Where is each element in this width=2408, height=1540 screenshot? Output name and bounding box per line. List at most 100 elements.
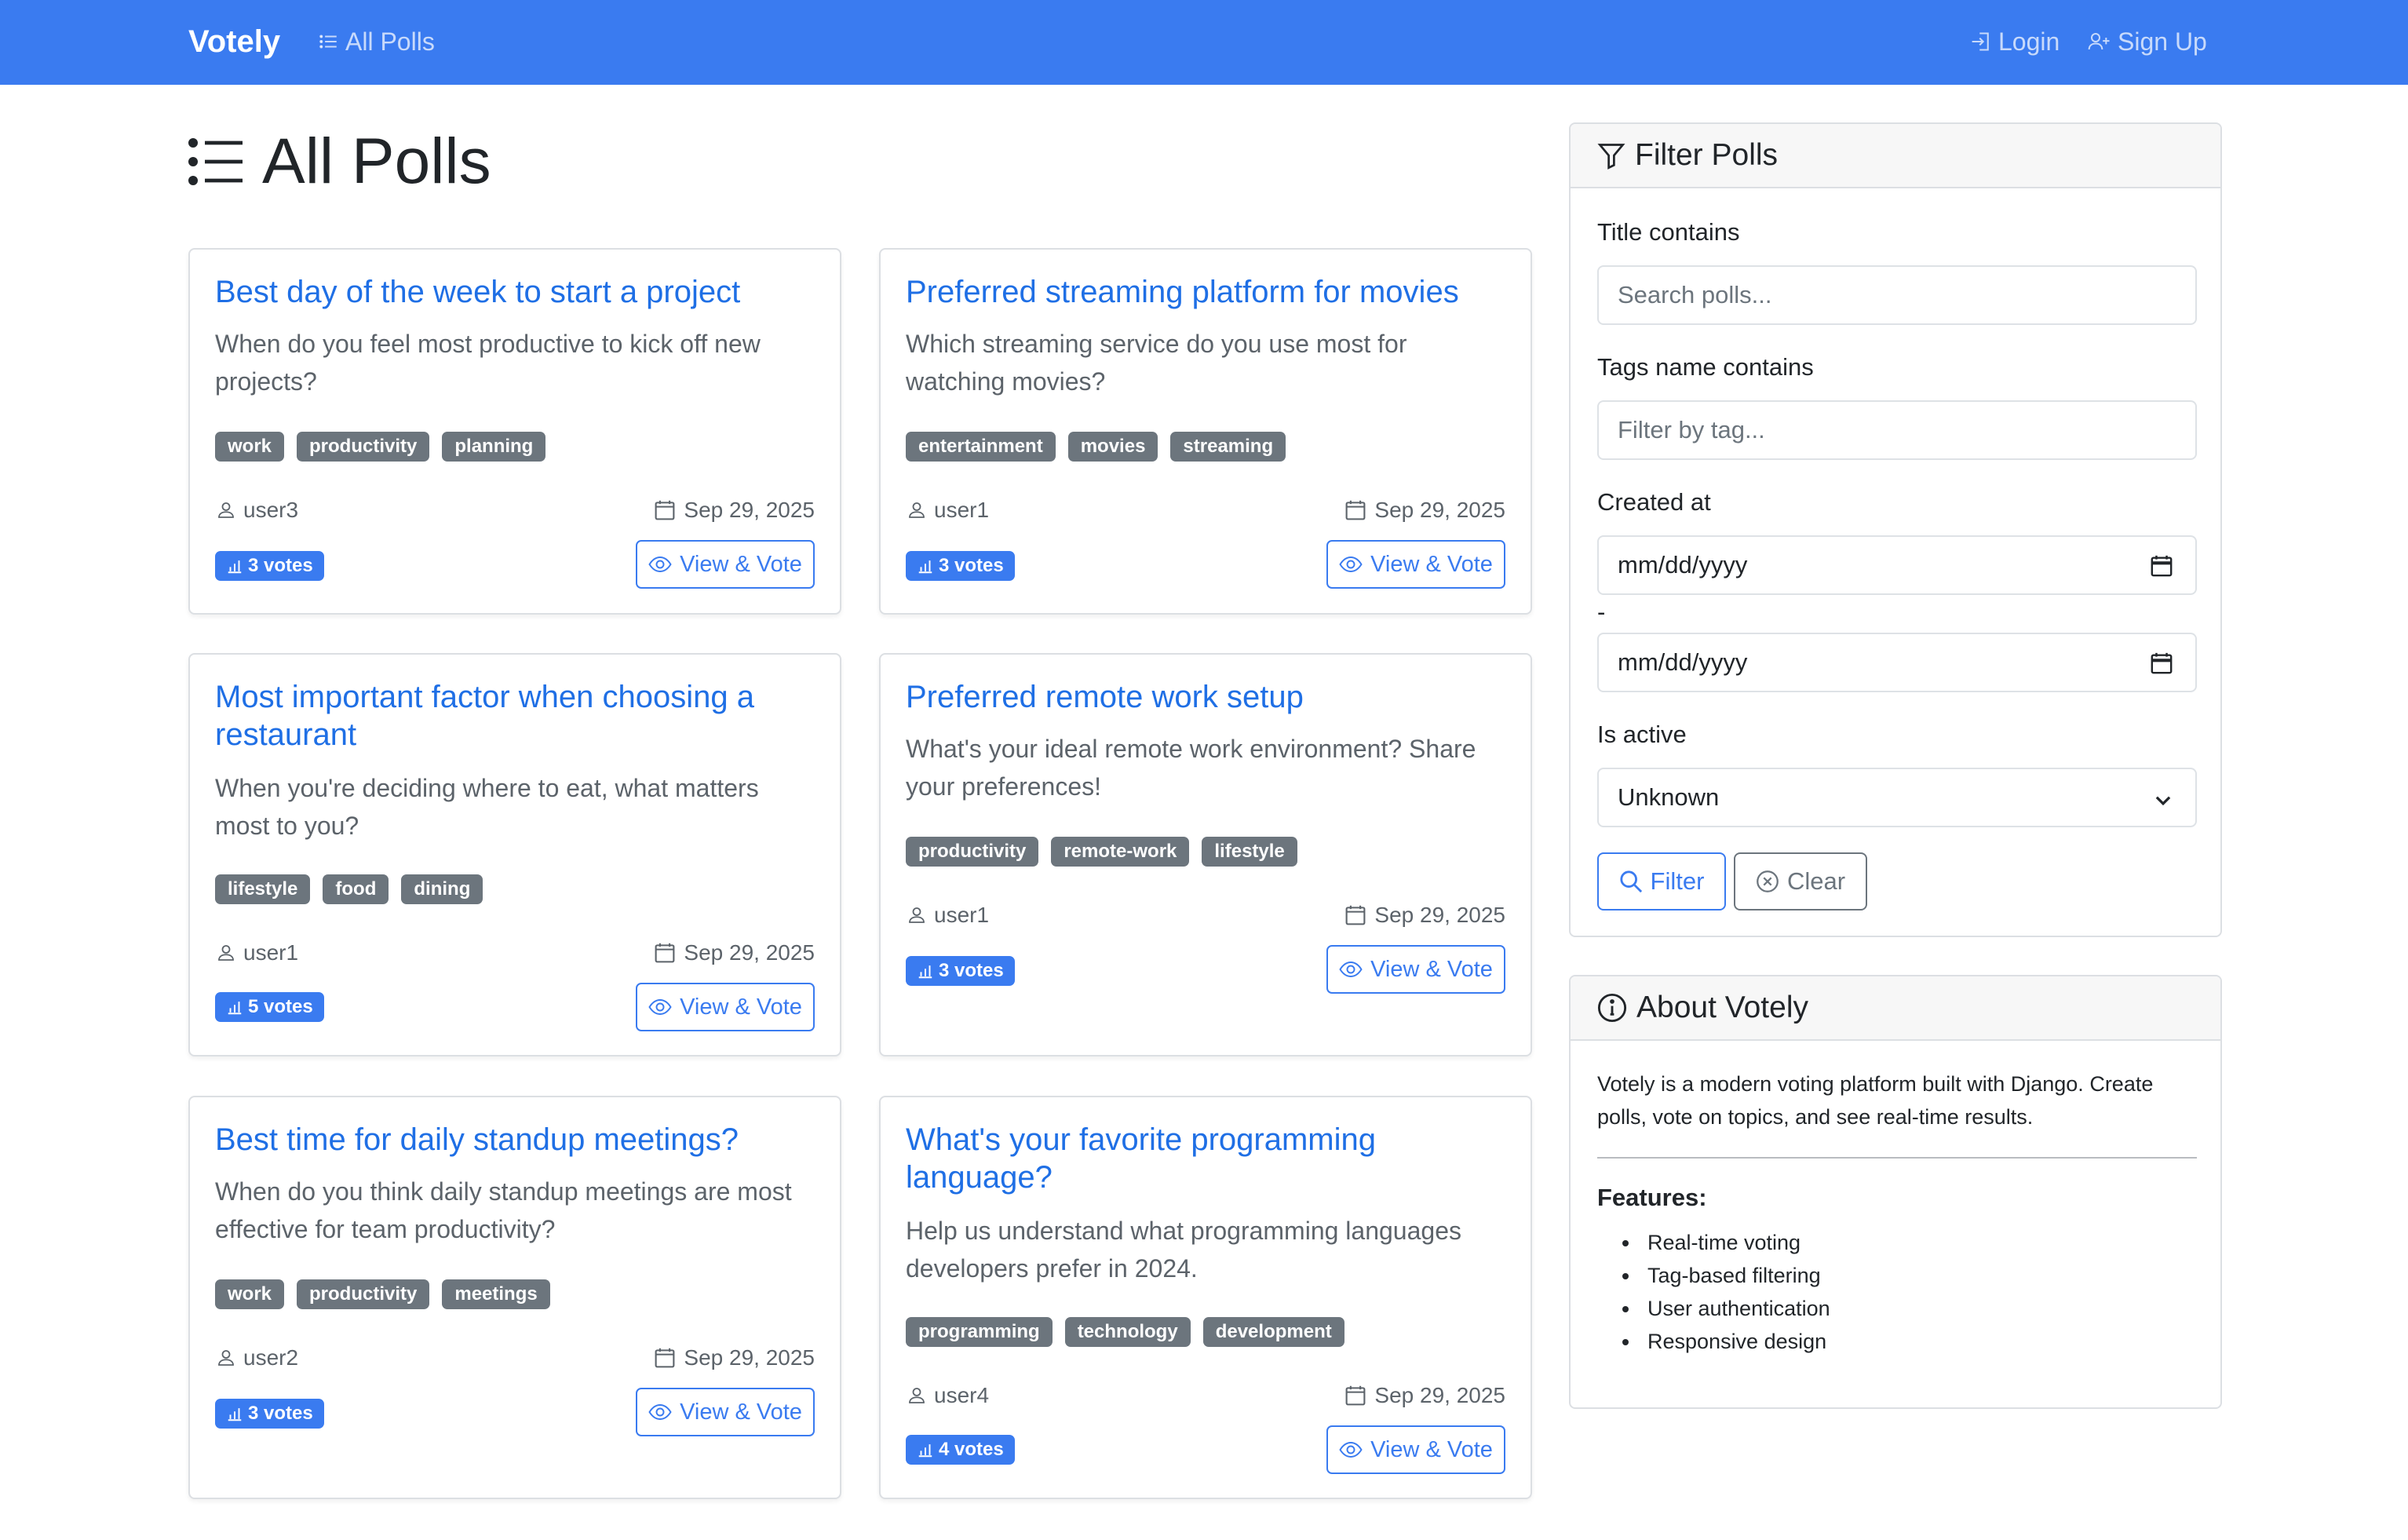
poll-date-text: Sep 29, 2025 [684, 1345, 815, 1370]
vote-count-text: 3 votes [248, 555, 313, 576]
list-icon [188, 138, 243, 185]
poll-date: Sep 29, 2025 [1344, 498, 1505, 523]
poll-date-text: Sep 29, 2025 [684, 940, 815, 965]
poll-title-link[interactable]: Most important factor when choosing a re… [215, 678, 812, 754]
poll-tags: productivity remote-work lifestyle [906, 837, 1297, 867]
person-icon [909, 502, 925, 518]
date-from-input[interactable]: mm/dd/yyyy [1597, 535, 2197, 595]
bar-chart-icon [228, 560, 242, 574]
filter-panel-title: Filter Polls [1635, 138, 1779, 172]
view-vote-button[interactable]: View & Vote [1326, 1425, 1505, 1474]
poll-tags: entertainment movies streaming [906, 432, 1286, 462]
view-vote-button[interactable]: View & Vote [636, 1388, 815, 1436]
calendar-icon[interactable] [2150, 554, 2173, 578]
poll-date: Sep 29, 2025 [654, 498, 815, 523]
clear-button[interactable]: Clear [1734, 852, 1867, 910]
about-panel: About Votely Votely is a modern voting p… [1569, 975, 2222, 1409]
person-icon [218, 1350, 234, 1366]
title-search-placeholder: Search polls... [1618, 281, 1772, 308]
tag-filter-placeholder: Filter by tag... [1618, 416, 1765, 443]
vote-count-text: 3 votes [939, 555, 1004, 576]
vote-count-text: 5 votes [248, 996, 313, 1017]
poll-date-text: Sep 29, 2025 [1374, 498, 1505, 522]
poll-author-name: user1 [934, 903, 990, 927]
calendar-icon[interactable] [2150, 651, 2173, 675]
feature-list: Real-time voting Tag-based filtering Use… [1622, 1226, 1830, 1358]
poll-author: user4 [907, 1383, 989, 1408]
poll-description: What's your ideal remote work environmen… [906, 735, 1476, 801]
view-vote-button[interactable]: View & Vote [636, 983, 815, 1031]
tag-badge: technology [1064, 1317, 1191, 1347]
poll-title-link[interactable]: Best time for daily standup meetings? [215, 1121, 812, 1159]
view-vote-button[interactable]: View & Vote [1326, 945, 1505, 994]
tag-badge: development [1202, 1317, 1344, 1347]
poll-date: Sep 29, 2025 [654, 1345, 815, 1370]
tag-badge: lifestyle [1202, 837, 1297, 867]
about-panel-title: About Votely [1636, 991, 1808, 1024]
tag-badge: food [323, 874, 389, 904]
eye-icon [648, 557, 672, 572]
poll-tags: work productivity meetings [215, 1279, 550, 1309]
is-active-value: Unknown [1618, 783, 1720, 811]
poll-tags: programming technology development [906, 1317, 1344, 1347]
view-vote-button[interactable]: View & Vote [636, 540, 815, 589]
is-active-select[interactable]: Unknown [1597, 768, 2197, 827]
nav-all-polls-label: All Polls [345, 27, 435, 56]
tag-badge: planning [442, 432, 546, 462]
person-icon [909, 907, 925, 923]
date-to-input[interactable]: mm/dd/yyyy [1597, 633, 2197, 692]
created-at-label: Created at [1597, 488, 1711, 516]
x-circle-icon [1757, 870, 1779, 892]
poll-card: Most important factor when choosing a re… [188, 653, 841, 1056]
poll-date: Sep 29, 2025 [1344, 1383, 1505, 1408]
title-filter-label: Title contains [1597, 218, 1740, 246]
nav-all-polls-link[interactable]: All Polls [319, 24, 435, 60]
about-panel-header: About Votely [1571, 976, 2220, 1041]
vote-count-badge: 3 votes [215, 551, 324, 581]
nav-signup-label: Sign Up [2118, 27, 2207, 56]
login-icon [1972, 32, 1989, 51]
person-add-icon [2088, 33, 2110, 50]
poll-description: When do you think daily standup meetings… [215, 1177, 792, 1243]
tag-badge: programming [906, 1317, 1053, 1347]
calendar-icon [1345, 905, 1366, 925]
clear-button-label: Clear [1786, 867, 1846, 895]
poll-tags: lifestyle food dining [215, 874, 483, 904]
poll-date-text: Sep 29, 2025 [1374, 903, 1505, 927]
view-vote-label: View & Vote [1370, 551, 1493, 577]
poll-author: user1 [907, 498, 989, 523]
title-search-input[interactable]: Search polls... [1597, 265, 2197, 325]
poll-author: user1 [217, 940, 298, 965]
search-icon [1619, 870, 1642, 893]
poll-title-link[interactable]: Best day of the week to start a project [215, 273, 812, 311]
features-heading: Features: [1597, 1184, 1707, 1211]
list-item: User authentication [1622, 1292, 1830, 1325]
filter-panel: Filter Polls Title contains Search polls… [1569, 122, 2222, 937]
brand-logo[interactable]: Votely [188, 22, 280, 61]
about-description: Votely is a modern voting platform built… [1597, 1072, 2154, 1129]
eye-icon [1339, 962, 1363, 977]
view-vote-button[interactable]: View & Vote [1326, 540, 1505, 589]
poll-title-link[interactable]: What's your favorite programming languag… [906, 1121, 1502, 1196]
poll-title-link[interactable]: Preferred remote work setup [906, 678, 1502, 716]
page-heading: All Polls [188, 122, 491, 201]
poll-date-text: Sep 29, 2025 [684, 498, 815, 522]
nav-signup-link[interactable]: Sign Up [2088, 24, 2207, 60]
vote-count-badge: 3 votes [906, 551, 1015, 581]
poll-description: Help us understand what programming lang… [906, 1217, 1461, 1283]
chevron-down-icon [2155, 796, 2171, 806]
poll-author: user1 [907, 903, 989, 928]
calendar-icon [655, 943, 675, 963]
calendar-icon [655, 1348, 675, 1368]
navbar: Votely All Polls Login Sign Up [0, 0, 2408, 85]
eye-icon [648, 999, 672, 1015]
tag-badge: streaming [1170, 432, 1286, 462]
view-vote-label: View & Vote [680, 1399, 802, 1425]
filter-button[interactable]: Filter [1597, 852, 1726, 910]
poll-author-name: user1 [243, 940, 299, 965]
nav-login-link[interactable]: Login [1970, 24, 2060, 60]
tag-filter-input[interactable]: Filter by tag... [1597, 400, 2197, 460]
poll-title-link[interactable]: Preferred streaming platform for movies [906, 273, 1502, 311]
vote-count-badge: 4 votes [906, 1435, 1015, 1465]
vote-count-text: 3 votes [248, 1403, 313, 1424]
